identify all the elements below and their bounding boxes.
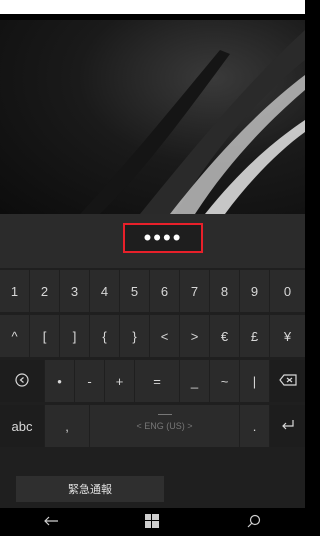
- key-7[interactable]: 7: [180, 270, 209, 312]
- key-3[interactable]: 3: [60, 270, 89, 312]
- space-bar-key[interactable]: < ENG (US) >: [90, 405, 239, 447]
- settings-icon: [15, 372, 29, 390]
- password-input[interactable]: ••••: [123, 223, 203, 253]
- lock-screen-wallpaper: [0, 20, 305, 214]
- key-open-brace[interactable]: {: [90, 315, 119, 357]
- key-period[interactable]: .: [240, 405, 269, 447]
- keyboard-settings-button[interactable]: [0, 360, 44, 402]
- key-9[interactable]: 9: [240, 270, 269, 312]
- enter-key[interactable]: [270, 405, 305, 447]
- start-button[interactable]: [122, 508, 182, 536]
- emergency-call-button[interactable]: 緊急通報: [16, 476, 164, 502]
- key-1[interactable]: 1: [0, 270, 29, 312]
- key-minus[interactable]: -: [75, 360, 104, 402]
- back-arrow-icon: [43, 514, 59, 530]
- backspace-icon: [278, 373, 297, 389]
- enter-icon: [281, 419, 295, 434]
- keyboard-row-bottom: abc , < ENG (US) > .: [0, 405, 305, 449]
- key-pound[interactable]: £: [240, 315, 269, 357]
- key-greater-than[interactable]: >: [180, 315, 209, 357]
- key-5[interactable]: 5: [120, 270, 149, 312]
- key-0[interactable]: 0: [270, 270, 305, 312]
- key-abc[interactable]: abc: [0, 405, 44, 447]
- search-button[interactable]: [224, 508, 284, 536]
- search-icon: [247, 514, 261, 531]
- key-close-bracket[interactable]: ]: [60, 315, 89, 357]
- key-less-than[interactable]: <: [150, 315, 179, 357]
- key-open-bracket[interactable]: [: [30, 315, 59, 357]
- key-comma[interactable]: ,: [45, 405, 89, 447]
- key-6[interactable]: 6: [150, 270, 179, 312]
- key-caret[interactable]: ^: [0, 315, 29, 357]
- keyboard-row-symbols: ^ [ ] { } < > € £ ¥: [0, 315, 305, 359]
- navigation-bar: [0, 508, 305, 536]
- key-equals[interactable]: =: [135, 360, 179, 402]
- key-underscore[interactable]: _: [180, 360, 209, 402]
- keyboard-row-symbols-2: • - + = _ ~ |: [0, 360, 305, 404]
- key-2[interactable]: 2: [30, 270, 59, 312]
- keyboard-row-numbers: 1 2 3 4 5 6 7 8 9 0: [0, 270, 305, 314]
- key-pipe[interactable]: |: [240, 360, 269, 402]
- key-close-brace[interactable]: }: [120, 315, 149, 357]
- key-8[interactable]: 8: [210, 270, 239, 312]
- key-yen[interactable]: ¥: [270, 315, 305, 357]
- windows-logo-icon: [145, 513, 160, 531]
- back-button[interactable]: [21, 508, 81, 536]
- key-bullet[interactable]: •: [45, 360, 74, 402]
- key-4[interactable]: 4: [90, 270, 119, 312]
- key-euro[interactable]: €: [210, 315, 239, 357]
- space-bar-indicator: [157, 414, 172, 415]
- backspace-key[interactable]: [270, 360, 305, 402]
- top-status-bar: [0, 0, 305, 14]
- key-tilde[interactable]: ~: [210, 360, 239, 402]
- key-plus[interactable]: +: [105, 360, 134, 402]
- language-label: < ENG (US) >: [136, 421, 193, 431]
